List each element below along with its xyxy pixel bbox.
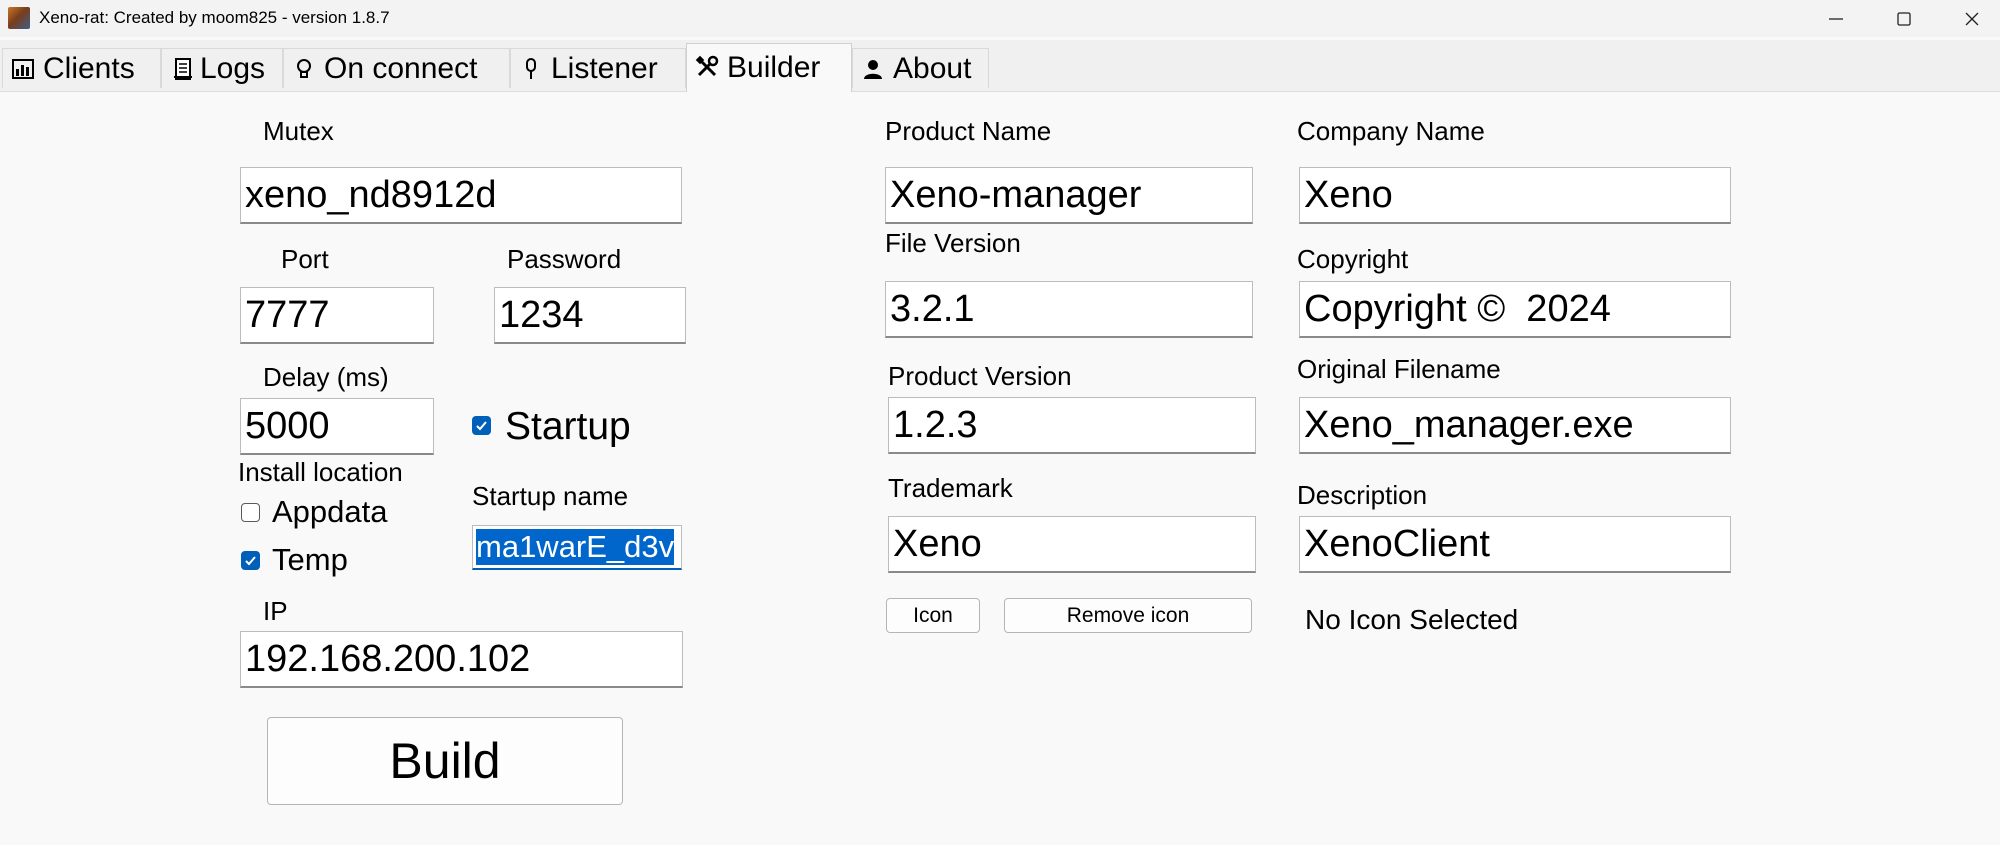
tab-about[interactable]: About <box>852 48 989 88</box>
ip-label: IP <box>263 596 288 626</box>
tab-label: Clients <box>43 51 135 85</box>
startup-name-input[interactable]: ma1warE_d3v <box>472 525 682 570</box>
trademark-input[interactable]: Xeno <box>888 516 1256 573</box>
mutex-label: Mutex <box>263 116 334 146</box>
delay-input[interactable]: 5000 <box>240 398 434 455</box>
company-name-label: Company Name <box>1297 116 1485 146</box>
tab-label: Listener <box>551 51 658 85</box>
password-label: Password <box>507 244 622 274</box>
startup-name-label: Startup name <box>472 481 629 511</box>
bar-chart-icon <box>11 57 35 81</box>
close-icon <box>1965 12 1979 25</box>
selected-text: ma1warE_d3v <box>476 529 675 565</box>
tab-listener[interactable]: Listener <box>510 48 686 88</box>
app-icon <box>8 7 30 29</box>
port-label: Port <box>281 244 329 274</box>
build-button[interactable]: Build <box>267 717 623 805</box>
trademark-label: Trademark <box>888 473 1013 503</box>
tab-clients[interactable]: Clients <box>2 48 161 88</box>
delay-label: Delay (ms) <box>263 362 389 392</box>
temp-label: Temp <box>272 542 348 577</box>
appdata-checkbox[interactable] <box>241 503 260 522</box>
tools-icon <box>695 55 719 80</box>
file-version-input[interactable]: 3.2.1 <box>885 281 1253 338</box>
company-name-input[interactable]: Xeno <box>1299 167 1731 224</box>
person-icon <box>861 57 885 81</box>
original-filename-input[interactable]: Xeno_manager.exe <box>1299 397 1731 454</box>
product-name-label: Product Name <box>885 116 1052 146</box>
port-input[interactable]: 7777 <box>240 287 434 344</box>
description-label: Description <box>1297 480 1428 510</box>
product-name-input[interactable]: Xeno-manager <box>885 167 1253 224</box>
minimize-button[interactable] <box>1802 0 1870 37</box>
tab-label: Builder <box>727 51 821 84</box>
tab-label: On connect <box>324 51 478 85</box>
product-version-label: Product Version <box>888 361 1072 391</box>
icon-button[interactable]: Icon <box>886 598 980 633</box>
tab-logs[interactable]: Logs <box>161 48 283 88</box>
file-version-label: File Version <box>885 228 1021 258</box>
copyright-input[interactable]: Copyright © 2024 <box>1299 281 1731 338</box>
tab-on-connect[interactable]: On connect <box>283 48 510 88</box>
remove-icon-button[interactable]: Remove icon <box>1004 598 1252 633</box>
window-title: Xeno-rat: Created by moom825 - version 1… <box>39 8 390 27</box>
temp-checkbox[interactable] <box>241 551 260 570</box>
microphone-icon <box>519 57 543 81</box>
tab-label: Logs <box>200 51 266 85</box>
original-filename-label: Original Filename <box>1297 354 1501 384</box>
icon-status-text: No Icon Selected <box>1305 604 1519 635</box>
checkmark-icon <box>245 556 256 566</box>
startup-label: Startup <box>505 405 631 448</box>
description-input[interactable]: XenoClient <box>1299 516 1731 573</box>
ip-input[interactable]: 192.168.200.102 <box>240 631 683 688</box>
tab-builder[interactable]: Builder <box>686 43 852 92</box>
maximize-icon <box>1897 11 1911 26</box>
product-version-input[interactable]: 1.2.3 <box>888 397 1256 454</box>
password-input[interactable]: 1234 <box>494 287 686 344</box>
copyright-label: Copyright <box>1297 244 1409 274</box>
lightbulb-icon <box>292 57 316 81</box>
minimize-icon <box>1829 17 1843 20</box>
maximize-button[interactable] <box>1870 0 1938 37</box>
install-location-label: Install location <box>238 457 403 487</box>
mutex-input[interactable]: xeno_nd8912d <box>240 167 682 224</box>
tab-label: About <box>893 51 972 85</box>
close-button[interactable] <box>1938 0 2000 37</box>
log-icon <box>172 57 196 81</box>
startup-checkbox[interactable] <box>472 416 491 435</box>
appdata-label: Appdata <box>272 494 388 529</box>
checkmark-icon <box>476 421 487 431</box>
